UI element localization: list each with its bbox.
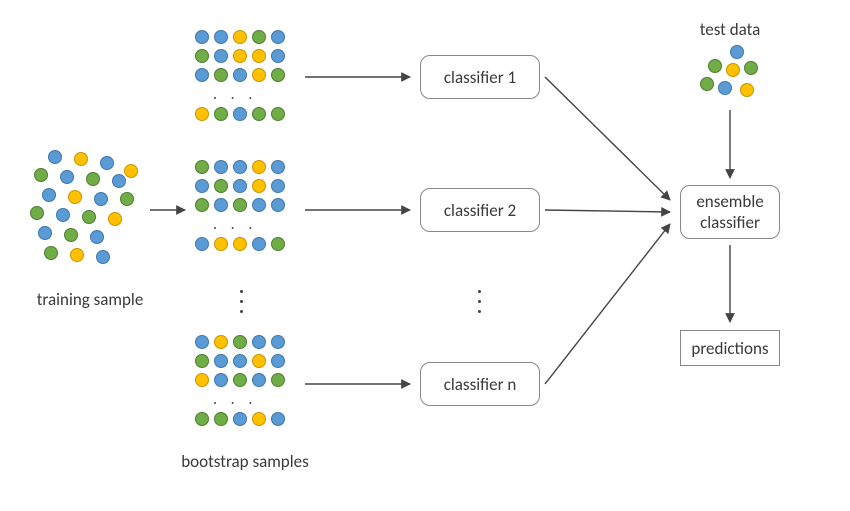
predictions-box: predictions: [680, 330, 780, 366]
test-data-cluster: [700, 45, 770, 105]
ensemble-classifier-box: ensemble classifier: [680, 185, 780, 239]
test-data-label: test data: [685, 20, 775, 40]
classifier-vertical-ellipsis: [478, 290, 481, 313]
bootstrap-vertical-ellipsis: [240, 290, 243, 313]
ensemble-classifier-label: ensemble classifier: [696, 191, 763, 233]
classifier-1-label: classifier 1: [444, 67, 516, 88]
bootstrap-sample-1: . . .: [195, 30, 285, 121]
classifier-n-box: classifier n: [420, 362, 540, 406]
bootstrap-sample-n: . . .: [195, 335, 285, 426]
bootstrap-samples-label: bootstrap samples: [170, 452, 320, 472]
training-sample-cluster: [30, 150, 150, 270]
classifier-2-box: classifier 2: [420, 188, 540, 232]
predictions-label: predictions: [691, 338, 768, 359]
classifier-2-label: classifier 2: [444, 200, 516, 221]
classifier-1-box: classifier 1: [420, 55, 540, 99]
classifier-n-label: classifier n: [444, 374, 517, 395]
training-sample-label: training sample: [25, 290, 155, 310]
bootstrap-sample-2: . . .: [195, 160, 285, 251]
